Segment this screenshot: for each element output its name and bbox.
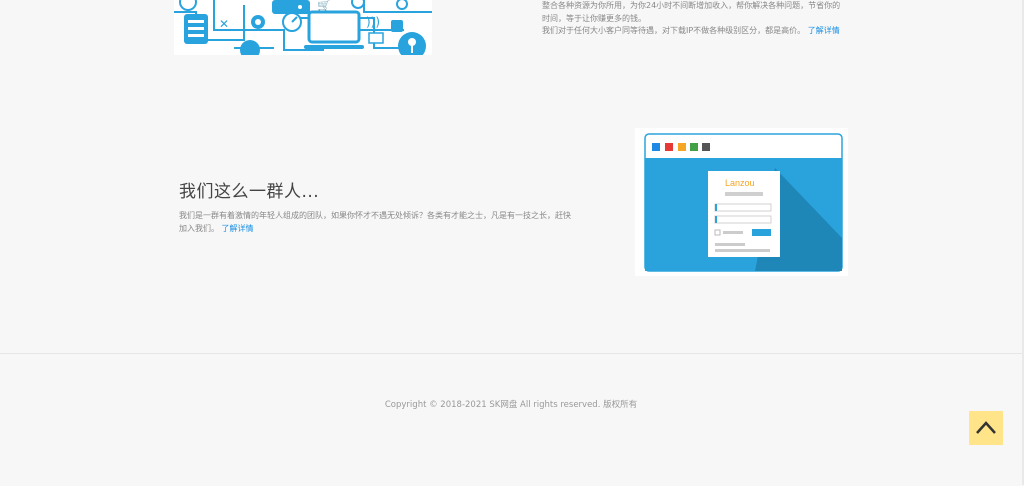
back-to-top-button[interactable]: [969, 411, 1003, 445]
lock-icon: [391, 20, 403, 32]
node-circle-icon: [179, 0, 197, 11]
chevron-up-icon: [976, 421, 996, 434]
services-line-1: 整合各种资源为你所用，为你24小时不间断增加收入，帮你解决各种问题，节省你的时间…: [542, 1, 841, 23]
lanzou-login-illustration: Lanzou: [635, 128, 848, 276]
node-circle-icon: [351, 0, 365, 9]
window-dot-gray: [702, 143, 710, 151]
services-line-2-text: 我们对于任何大小客户同等待遇，对下载IP不做各种级别区分，都是高价。: [542, 26, 806, 35]
tools-icon: ✕: [219, 17, 229, 31]
wifi-icon: ))): [366, 15, 380, 29]
services-text: 整合各种资源为你所用，为你24小时不间断增加收入，帮你解决各种问题，节省你的时间…: [542, 0, 842, 38]
lanzou-illustration-svg: Lanzou: [644, 133, 843, 272]
monitor-icon: [307, 10, 361, 44]
services-line-2: 我们对于任何大小客户同等待遇，对下载IP不做各种级别区分，都是高价。 了解详情: [542, 25, 842, 38]
footer: Copyright © 2018-2021 SK网盘 All rights re…: [0, 353, 1024, 486]
team-more-link[interactable]: 了解详情: [222, 224, 254, 233]
window-dot-orange: [678, 143, 686, 151]
window-dot-blue: [652, 143, 660, 151]
cloud-icon: [240, 40, 260, 55]
services-section: ✕ 🛒 ))) 整合各种资源为你所用，为你24小时不间断增加收入，帮你解决各种问…: [0, 0, 1024, 60]
router-icon: [272, 0, 310, 14]
window-dot-red: [665, 143, 673, 151]
team-title: 我们这么一群人...: [179, 182, 320, 202]
lanzou-brand-text: Lanzou: [725, 178, 755, 188]
copyright-text: Copyright © 2018-2021 SK网盘 All rights re…: [384, 400, 638, 410]
mail-icon: [368, 32, 384, 44]
cart-icon: 🛒: [317, 0, 331, 12]
network-illustration: ✕ 🛒 ))): [174, 0, 432, 55]
team-description: 我们是一群有着激情的年轻人组成的团队，如果你怀才不遇无处倾诉？各类有才能之士，凡…: [179, 210, 574, 235]
network-illustration-svg: ✕ 🛒 ))): [174, 0, 432, 55]
services-more-link[interactable]: 了解详情: [808, 26, 840, 35]
window-dot-green: [690, 143, 698, 151]
